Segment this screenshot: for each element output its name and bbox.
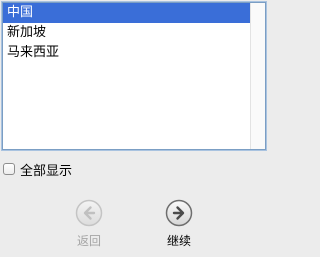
show-all-option[interactable]: 全部显示 [3,160,73,179]
back-button-label: 返回 [76,234,101,248]
continue-button-label: 继续 [166,234,191,248]
list-scrollbar[interactable] [250,3,265,149]
country-list-items: 中国 新加坡 马来西亚 [3,3,250,63]
list-item-china[interactable]: 中国 [3,3,250,23]
arrow-left-circle-icon [75,199,103,227]
continue-button[interactable]: 继续 [154,199,204,253]
country-list[interactable]: 中国 新加坡 马来西亚 [2,2,266,150]
list-item-singapore[interactable]: 新加坡 [3,23,250,43]
list-item-malaysia[interactable]: 马来西亚 [3,43,250,63]
arrow-right-circle-icon [165,199,193,227]
back-button[interactable]: 返回 [64,199,114,253]
show-all-label: 全部显示 [20,163,73,179]
show-all-checkbox[interactable] [3,163,15,175]
